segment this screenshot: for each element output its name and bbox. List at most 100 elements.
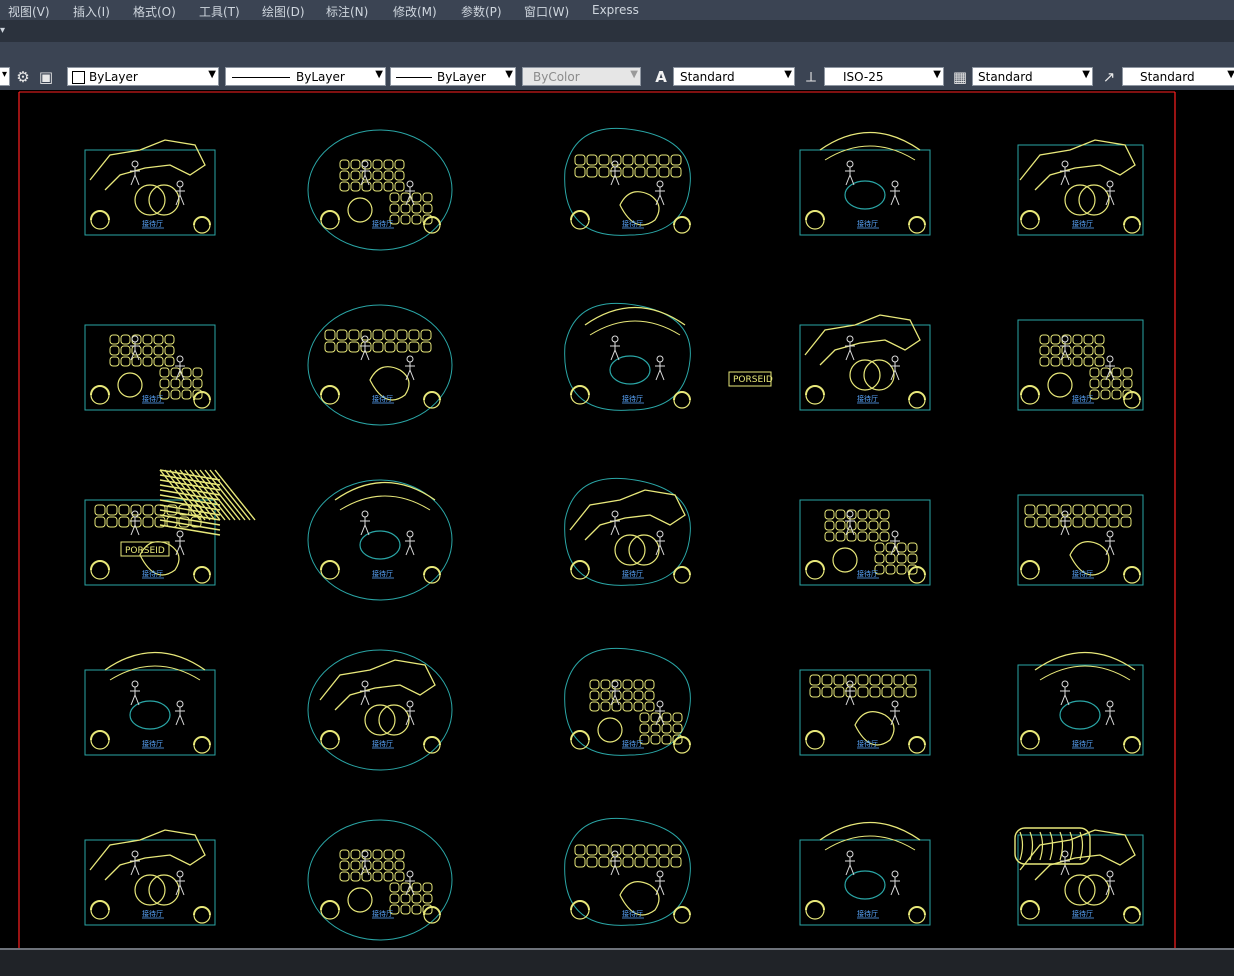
- patterned-rug-2: [1014, 827, 1091, 865]
- lounge-plan: 接待厅: [1017, 829, 1144, 926]
- lounge-plan: 接待厅: [799, 821, 931, 926]
- menu-window[interactable]: 窗口(W): [524, 3, 569, 20]
- svg-text:接待厅: 接待厅: [857, 739, 878, 748]
- svg-text:接待厅: 接待厅: [142, 394, 163, 403]
- menu-format[interactable]: 格式(O): [133, 3, 176, 20]
- lounge-plan: 接待厅: [1017, 139, 1144, 236]
- lounge-plan: 接待厅: [307, 304, 453, 426]
- lounge-plan: 接待厅: [84, 651, 216, 756]
- table-style-icon[interactable]: ▦: [950, 67, 970, 87]
- plotstyle-select-label: ByColor: [533, 70, 580, 84]
- lounge-plan: 接待厅: [84, 139, 216, 236]
- lounge-plan: 接待厅: [799, 669, 931, 756]
- lounge-plan: 接待厅: [307, 649, 453, 771]
- properties-toolbar: ▾ ⚙ ▣ ByLayer ▼ ByLayer ▼ ByLayer ▼ ByCo…: [0, 64, 1234, 90]
- linetype-select-label: ByLayer: [296, 70, 345, 84]
- svg-text:接待厅: 接待厅: [622, 909, 643, 918]
- lounge-plan: 接待厅: [307, 819, 453, 941]
- lineweight-select[interactable]: ByLayer ▼: [390, 67, 516, 86]
- svg-text:接待厅: 接待厅: [1072, 909, 1093, 918]
- dimstyle-select-label: ISO-25: [843, 70, 884, 84]
- svg-text:接待厅: 接待厅: [1072, 219, 1093, 228]
- svg-text:接待厅: 接待厅: [142, 219, 163, 228]
- linetype-sample-icon: [232, 77, 290, 78]
- lounge-plan: 接待厅: [564, 302, 691, 411]
- lineweight-sample-icon: [396, 77, 432, 78]
- text-style-icon[interactable]: A: [651, 67, 671, 87]
- select-frame-icon[interactable]: ▣: [36, 67, 56, 87]
- menu-view[interactable]: 视图(V): [8, 3, 50, 20]
- color-select[interactable]: ByLayer ▼: [67, 67, 219, 86]
- lounge-plan: 接待厅: [564, 127, 691, 236]
- svg-text:接待厅: 接待厅: [372, 909, 393, 918]
- svg-text:接待厅: 接待厅: [142, 569, 163, 578]
- logo-text: PORSEID: [733, 375, 773, 385]
- svg-text:接待厅: 接待厅: [142, 909, 163, 918]
- svg-text:接待厅: 接待厅: [1072, 569, 1093, 578]
- drawing-canvas[interactable]: 接待厅 接待厅 接待厅 接待厅 接待厅 接待厅 接待厅 接待厅 接待厅 接待厅 接待厅 接待厅 接待厅接…: [0, 90, 1234, 948]
- lounge-plan: 接待厅: [1017, 319, 1144, 411]
- textstyle-select-label: Standard: [680, 70, 735, 84]
- lounge-plan: 接待厅: [1017, 494, 1144, 586]
- lounge-plan: 接待厅: [564, 817, 691, 926]
- lounge-plan: 接待厅: [799, 131, 931, 236]
- svg-text:接待厅: 接待厅: [622, 569, 643, 578]
- tablestyle-select-label: Standard: [978, 70, 1033, 84]
- chevron-down-icon: ▼: [1082, 69, 1090, 80]
- menu-modify[interactable]: 修改(M): [393, 3, 437, 20]
- menu-insert[interactable]: 插入(I): [73, 3, 110, 20]
- gear-icon[interactable]: ⚙: [13, 67, 33, 87]
- multileader-style-icon[interactable]: ↗: [1099, 67, 1119, 87]
- menu-bar: 视图(V) 插入(I) 格式(O) 工具(T) 绘图(D) 标注(N) 修改(M…: [0, 0, 1234, 20]
- lineweight-select-label: ByLayer: [437, 70, 486, 84]
- svg-text:接待厅: 接待厅: [1072, 739, 1093, 748]
- svg-text:接待厅: 接待厅: [372, 219, 393, 228]
- menu-express[interactable]: Express: [592, 3, 639, 17]
- lounge-plan: 接待厅: [799, 314, 931, 411]
- lounge-plan: 接待厅: [799, 499, 931, 586]
- chevron-down-icon: ▼: [630, 69, 638, 80]
- lounge-plan: 接待厅: [307, 479, 453, 601]
- lounge-plan: 接待厅: [564, 647, 691, 756]
- menu-dimension[interactable]: 标注(N): [326, 3, 368, 20]
- tablestyle-select[interactable]: Standard ▼: [972, 67, 1093, 86]
- menu-tools[interactable]: 工具(T): [199, 3, 240, 20]
- toolbar-strip-empty: [0, 42, 1234, 64]
- chevron-down-icon: ▼: [375, 69, 383, 80]
- color-select-label: ByLayer: [89, 70, 138, 84]
- menu-draw[interactable]: 绘图(D): [262, 3, 305, 20]
- chevron-down-icon: ▼: [933, 69, 941, 80]
- svg-text:接待厅: 接待厅: [622, 739, 643, 748]
- layer-combo-edge[interactable]: ▾: [0, 67, 10, 86]
- linetype-select[interactable]: ByLayer ▼: [225, 67, 386, 86]
- lounge-plan: 接待厅: [84, 324, 216, 411]
- mleaderstyle-select[interactable]: Standard ▼: [1122, 67, 1234, 86]
- menu-parameters[interactable]: 参数(P): [461, 3, 502, 20]
- svg-text:接待厅: 接待厅: [857, 394, 878, 403]
- svg-text:接待厅: 接待厅: [622, 394, 643, 403]
- svg-text:接待厅: 接待厅: [142, 739, 163, 748]
- chevron-down-icon: ▼: [505, 69, 513, 80]
- dimension-style-icon[interactable]: ⟂: [801, 67, 821, 87]
- chevron-down-icon: ▼: [784, 69, 792, 80]
- chevron-down-icon: ▼: [208, 69, 216, 80]
- svg-text:接待厅: 接待厅: [372, 739, 393, 748]
- svg-text:接待厅: 接待厅: [857, 219, 878, 228]
- textstyle-select[interactable]: Standard ▼: [673, 67, 795, 86]
- dropdown-grip-icon[interactable]: ▾: [0, 25, 5, 36]
- svg-text:接待厅: 接待厅: [857, 569, 878, 578]
- svg-text:接待厅: 接待厅: [1072, 394, 1093, 403]
- logo-text: PORSEID: [125, 546, 165, 556]
- lounge-plan: 接待厅: [307, 129, 453, 251]
- plotstyle-select[interactable]: ByColor ▼: [522, 67, 641, 86]
- mleaderstyle-select-label: Standard: [1140, 70, 1195, 84]
- svg-text:接待厅: 接待厅: [372, 394, 393, 403]
- color-swatch-icon: [72, 71, 85, 84]
- dimstyle-select[interactable]: ISO-25 ▼: [824, 67, 944, 86]
- toolbar-strip: ▾: [0, 20, 1234, 42]
- status-bar: [0, 948, 1234, 976]
- lounge-plan: 接待厅: [84, 829, 216, 926]
- lounge-plans: 接待厅 接待厅 接待厅 接待厅 接待厅接待厅 接待厅 接待厅 接待厅 接待厅接待厅 接待厅 接待厅接…: [84, 127, 1144, 941]
- cad-drawing: 接待厅 接待厅 接待厅 接待厅 接待厅接待厅 接待厅 接待厅 接待厅 接待厅接待厅 接待厅 接待厅接…: [18, 91, 1176, 948]
- lounge-plan: 接待厅: [1017, 651, 1144, 756]
